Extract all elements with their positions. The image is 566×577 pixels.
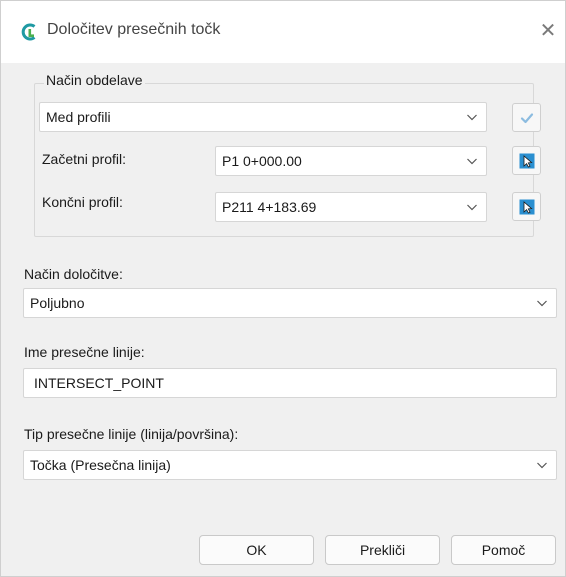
determination-method-select[interactable]: Poljubno	[23, 288, 557, 318]
window-title: Določitev presečnih točk	[47, 21, 221, 38]
end-profile-select[interactable]: P211 4+183.69	[215, 192, 487, 222]
end-profile-value: P211 4+183.69	[222, 199, 317, 215]
pick-cursor-icon	[519, 153, 535, 169]
line-name-label: Ime presečne linije:	[24, 344, 145, 360]
pick-cursor-icon	[519, 199, 535, 215]
help-button[interactable]: Pomoč	[451, 535, 556, 565]
end-profile-label: Končni profil:	[42, 194, 123, 210]
processing-method-select[interactable]: Med profili	[39, 102, 487, 132]
line-type-label: Tip presečne linije (linija/površina):	[24, 426, 239, 442]
dialog-window: Določitev presečnih točk ✕ Način obdelav…	[0, 0, 566, 577]
start-profile-value: P1 0+000.00	[222, 153, 302, 169]
determination-method-value: Poljubno	[30, 295, 85, 311]
close-icon[interactable]: ✕	[537, 19, 559, 41]
checkmark-icon	[520, 113, 534, 124]
line-name-input[interactable]	[24, 369, 556, 397]
pick-start-profile-button[interactable]	[512, 146, 541, 175]
chevron-down-icon	[537, 462, 547, 469]
title-bar: Določitev presečnih točk ✕	[1, 1, 565, 63]
start-profile-label: Začetni profil:	[42, 151, 127, 167]
chevron-down-icon	[537, 300, 547, 307]
line-name-field[interactable]	[23, 368, 557, 398]
determination-method-label: Način določitve:	[24, 266, 123, 282]
line-type-value: Točka (Presečna linija)	[30, 457, 171, 473]
group-legend: Način obdelave	[44, 72, 145, 88]
app-logo-icon	[21, 23, 36, 41]
processing-method-value: Med profili	[46, 109, 111, 125]
cancel-button[interactable]: Prekliči	[325, 535, 440, 565]
pick-end-profile-button[interactable]	[512, 192, 541, 221]
ok-button[interactable]: OK	[199, 535, 314, 565]
chevron-down-icon	[467, 114, 477, 121]
apply-check-button[interactable]	[512, 103, 541, 132]
chevron-down-icon	[467, 158, 477, 165]
chevron-down-icon	[467, 204, 477, 211]
start-profile-select[interactable]: P1 0+000.00	[215, 146, 487, 176]
line-type-select[interactable]: Točka (Presečna linija)	[23, 450, 557, 480]
